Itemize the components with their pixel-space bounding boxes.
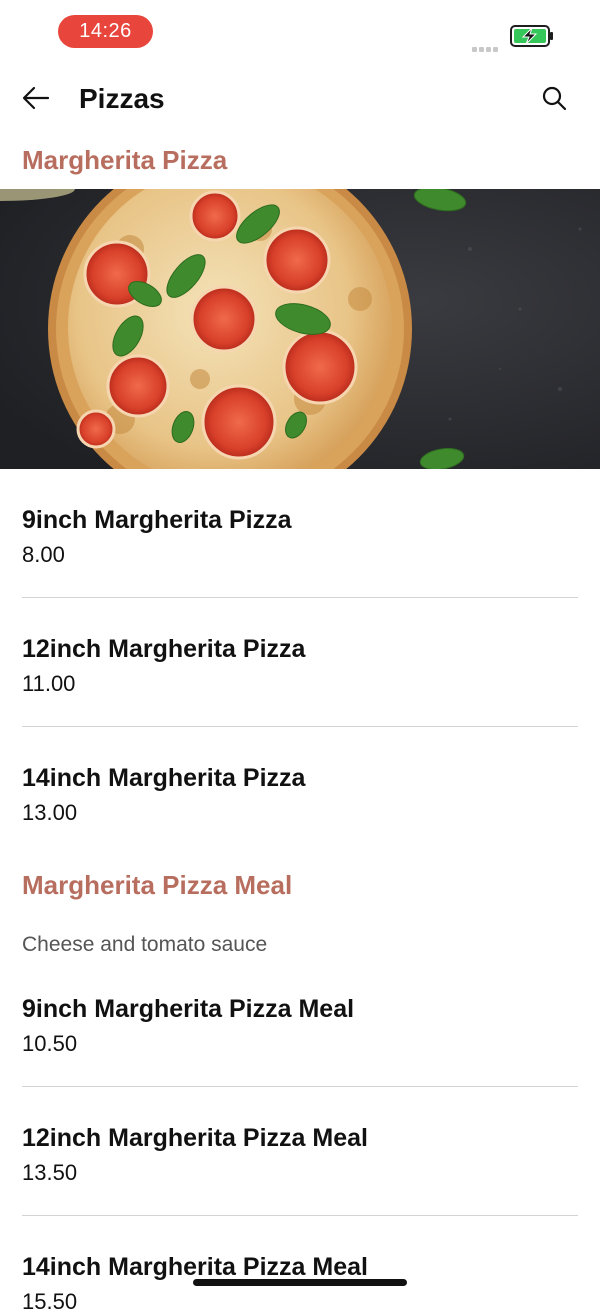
menu-item[interactable]: 9inch Margherita Pizza Meal 10.50 [22,993,578,1057]
divider [22,597,578,598]
category-title: Margherita Pizza [22,145,228,175]
home-indicator[interactable] [193,1279,407,1286]
menu-item[interactable]: 14inch Margherita Pizza 13.00 [22,762,578,826]
divider [22,726,578,727]
divider [22,1086,578,1087]
search-button[interactable] [536,80,572,116]
category-title: Margherita Pizza Meal [22,870,293,900]
search-icon [542,86,567,111]
divider [22,1215,578,1216]
menu-item-name: 12inch Margherita Pizza Meal [22,1124,368,1152]
menu-item-price: 11.00 [22,671,76,696]
menu-item-name: 9inch Margherita Pizza Meal [22,995,355,1023]
menu-item-price: 15.50 [22,1289,78,1314]
menu-item-price: 10.50 [22,1031,78,1056]
arrow-left-icon [22,86,50,110]
category-description: Cheese and tomato sauce [22,933,268,956]
menu-item-price: 13.50 [22,1160,78,1185]
menu-item-name: 12inch Margherita Pizza [22,635,306,663]
battery-charging-icon [510,25,553,47]
menu-item[interactable]: 12inch Margherita Pizza Meal 13.50 [22,1122,578,1186]
menu-item-price: 13.00 [22,800,78,825]
back-button[interactable] [18,80,54,116]
menu-item-name: 14inch Margherita Pizza [22,764,306,792]
status-time: 14:26 [58,15,153,48]
pizza-image [0,189,600,469]
status-bar: 14:26 [0,0,600,64]
menu-item[interactable]: 9inch Margherita Pizza 8.00 [22,504,578,568]
menu-item-price: 8.00 [22,542,65,567]
menu-item[interactable]: 12inch Margherita Pizza 11.00 [22,633,578,697]
page-title: Pizzas [79,83,165,114]
app-bar: Pizzas [0,64,600,132]
menu-item-name: 9inch Margherita Pizza [22,506,292,534]
signal-icon [472,39,504,52]
